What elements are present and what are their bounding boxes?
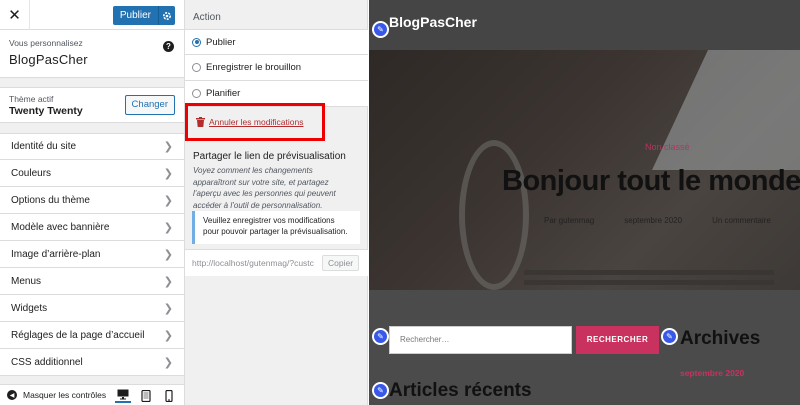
hero-image-cable: [459, 140, 529, 290]
edit-shortcut-icon[interactable]: ✎: [372, 21, 389, 38]
menu-item-widgets[interactable]: Widgets ❯: [0, 295, 184, 322]
radio-button[interactable]: [192, 63, 201, 72]
option-label: Planifier: [206, 88, 241, 99]
radio-button[interactable]: [192, 37, 201, 47]
menu-item-theme-options[interactable]: Options du thème ❯: [0, 187, 184, 214]
menu-item-label: Couleurs: [11, 167, 52, 179]
menu-item-label: Menus: [11, 275, 42, 287]
site-name: BlogPasCher: [9, 52, 88, 67]
preview-header: ✎ BlogPasCher: [369, 0, 800, 50]
option-save-draft[interactable]: Enregistrer le brouillon: [185, 55, 368, 81]
edit-shortcut-icon[interactable]: ✎: [372, 328, 389, 345]
chevron-right-icon: ❯: [163, 248, 173, 261]
archive-month-link[interactable]: septembre 2020: [680, 368, 744, 378]
preview-link-row: http://localhost/gutenmag/?custc Copier: [185, 249, 368, 276]
publish-button[interactable]: Publier: [112, 6, 158, 25]
site-info: Vous personnalisez BlogPasCher ?: [0, 30, 184, 78]
close-icon[interactable]: ✕: [0, 0, 30, 30]
recent-posts-title: Articles récents: [389, 380, 532, 401]
customizer-sidebar: ✕ Publier Vous personnalisez BlogPasCher…: [0, 0, 185, 405]
post-category[interactable]: Non classé: [645, 142, 690, 152]
post-date[interactable]: septembre 2020: [624, 216, 682, 225]
menu-item-label: Image d’arrière-plan: [11, 248, 101, 260]
option-label: Enregistrer le brouillon: [206, 62, 302, 73]
preview-url-field[interactable]: http://localhost/gutenmag/?custc: [192, 258, 316, 268]
archives-title: Archives: [680, 328, 761, 349]
menu-item-label: CSS additionnel: [11, 356, 83, 368]
discard-changes-link[interactable]: Annuler les modifications: [209, 117, 304, 127]
hero-image-laptop: [652, 50, 800, 170]
publish-button-group: Publier: [112, 6, 175, 25]
desktop-icon[interactable]: [115, 388, 131, 403]
customizing-label: Vous personnalisez: [9, 38, 83, 48]
mobile-icon[interactable]: [161, 388, 177, 403]
menu-item-homepage-settings[interactable]: Réglages de la page d’accueil ❯: [0, 322, 184, 349]
menu-item-colors[interactable]: Couleurs ❯: [0, 160, 184, 187]
preview-site-title[interactable]: BlogPasCher: [389, 14, 477, 30]
discard-changes-highlight: Annuler les modifications: [185, 103, 325, 141]
share-preview-title: Partager le lien de prévisualisation: [193, 151, 346, 162]
menu-item-menus[interactable]: Menus ❯: [0, 268, 184, 295]
chevron-right-icon: ❯: [163, 141, 173, 153]
chevron-right-icon: ❯: [163, 194, 173, 207]
gear-icon[interactable]: [158, 6, 175, 25]
chevron-right-icon: ❯: [163, 302, 173, 315]
publish-settings-panel: Action Publier Enregistrer le brouillon …: [185, 0, 368, 405]
preview-widgets: ✎ Rechercher… RECHERCHER ✎ Archives sept…: [369, 290, 800, 405]
post-author[interactable]: Par gutenmag: [544, 216, 594, 225]
chevron-right-icon: ❯: [163, 167, 173, 180]
chevron-right-icon: ❯: [163, 275, 173, 288]
change-theme-button[interactable]: Changer: [124, 95, 175, 115]
post-title[interactable]: Bonjour tout le monde !: [502, 165, 800, 198]
customizer-footer: ◀ Masquer les contrôles: [0, 384, 184, 405]
chevron-right-icon: ❯: [163, 329, 173, 342]
tablet-icon[interactable]: [138, 388, 154, 403]
chevron-right-icon: ❯: [163, 356, 173, 369]
save-notice: Veuillez enregistrer vos modifications p…: [192, 211, 360, 244]
search-button[interactable]: RECHERCHER: [576, 326, 659, 354]
menu-item-background-image[interactable]: Image d’arrière-plan ❯: [0, 241, 184, 268]
edit-shortcut-icon[interactable]: ✎: [372, 382, 389, 399]
option-publish[interactable]: Publier: [185, 29, 368, 55]
device-switcher: [115, 388, 177, 403]
trash-icon: [196, 117, 205, 127]
radio-button[interactable]: [192, 89, 201, 98]
search-input[interactable]: Rechercher…: [389, 326, 572, 354]
menu-item-additional-css[interactable]: CSS additionnel ❯: [0, 349, 184, 376]
help-icon[interactable]: ?: [163, 41, 174, 52]
menu-item-label: Modèle avec bannière: [11, 221, 110, 233]
post-comments[interactable]: Un commentaire: [712, 216, 771, 225]
chevron-right-icon: ❯: [163, 221, 173, 234]
customizer-header: ✕ Publier: [0, 0, 184, 30]
menu-item-label: Widgets: [11, 302, 48, 314]
menu-item-cover-template[interactable]: Modèle avec bannière ❯: [0, 214, 184, 241]
action-options: Publier Enregistrer le brouillon Planifi…: [185, 29, 368, 107]
hide-controls-icon[interactable]: ◀: [7, 390, 17, 400]
preview-hero: Non classé Bonjour tout le monde ! Par g…: [369, 50, 800, 295]
menu-item-label: Réglages de la page d’accueil: [11, 329, 145, 341]
hide-controls-button[interactable]: Masquer les contrôles: [23, 390, 106, 400]
menu-item-site-identity[interactable]: Identité du site ❯: [0, 133, 184, 160]
menu-item-label: Identité du site: [11, 141, 77, 152]
menu-item-label: Options du thème: [11, 194, 90, 206]
copy-button[interactable]: Copier: [322, 255, 360, 271]
share-preview-description: Voyez comment les changements apparaîtro…: [193, 166, 336, 210]
site-preview: ✎ BlogPasCher Non classé Bonjour tout le…: [369, 0, 800, 405]
action-title: Action: [193, 12, 221, 23]
option-label: Publier: [206, 36, 236, 48]
post-meta: Par gutenmag septembre 2020 Un commentai…: [544, 216, 771, 225]
customizer-menu: Identité du site ❯ Couleurs ❯ Options du t…: [0, 133, 184, 376]
edit-shortcut-icon[interactable]: ✎: [661, 328, 678, 345]
active-theme: Thème actif Twenty Twenty Changer: [0, 87, 184, 123]
